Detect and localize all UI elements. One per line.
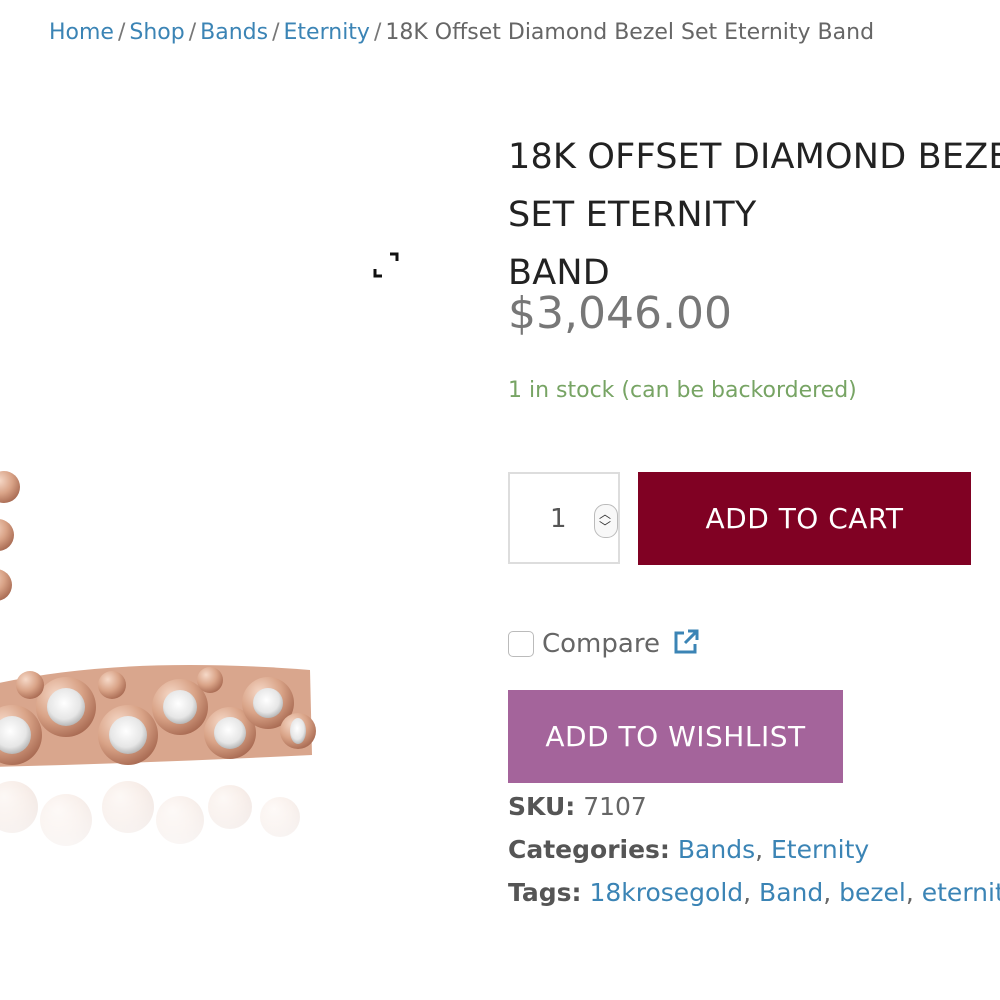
external-link-icon[interactable] bbox=[672, 628, 700, 660]
add-to-wishlist-button[interactable]: ADD TO WISHLIST bbox=[508, 690, 843, 783]
breadcrumb-home-link[interactable]: Home bbox=[49, 20, 114, 45]
chevron-up-icon[interactable]: ︿ bbox=[599, 508, 611, 520]
fullscreen-icon[interactable] bbox=[368, 247, 404, 283]
sku-value: 7107 bbox=[583, 792, 647, 821]
compare-checkbox[interactable] bbox=[508, 631, 534, 657]
quantity-value[interactable]: 1 bbox=[550, 504, 567, 534]
add-to-cart-button[interactable]: ADD TO CART bbox=[638, 472, 971, 565]
product-title-line1: 18K OFFSET DIAMOND BEZEL SET ETERNITY bbox=[508, 137, 1000, 235]
breadcrumb-shop-link[interactable]: Shop bbox=[129, 20, 184, 45]
breadcrumb-separator: / bbox=[272, 20, 280, 45]
category-link-bands[interactable]: Bands bbox=[678, 835, 755, 864]
product-image-gallery[interactable] bbox=[0, 95, 470, 895]
breadcrumb-bands-link[interactable]: Bands bbox=[200, 20, 268, 45]
category-link-eternity[interactable]: Eternity bbox=[771, 835, 869, 864]
tag-link-bezel[interactable]: bezel bbox=[839, 878, 906, 907]
tag-link-eternity[interactable]: eternity bbox=[922, 878, 1000, 907]
product-categories: Categories: Bands, Eternity bbox=[508, 835, 870, 864]
tags-label: Tags: bbox=[508, 878, 582, 907]
tag-link-18krosegold[interactable]: 18krosegold bbox=[589, 878, 743, 907]
product-title-line2: BAND bbox=[508, 253, 610, 293]
breadcrumb-current: 18K Offset Diamond Bezel Set Eternity Ba… bbox=[385, 20, 875, 45]
breadcrumb-eternity-link[interactable]: Eternity bbox=[284, 20, 370, 45]
ring-image bbox=[0, 471, 470, 875]
quantity-spinner[interactable]: ︿ ﹀ bbox=[594, 504, 618, 538]
categories-label: Categories: bbox=[508, 835, 670, 864]
quantity-stepper[interactable]: 1 ︿ ﹀ bbox=[508, 472, 620, 564]
breadcrumb-separator: / bbox=[373, 20, 382, 45]
breadcrumb: Home / Shop / Bands / Eternity/18K Offset Diam… bbox=[49, 20, 874, 45]
stock-status: 1 in stock (can be backordered) bbox=[508, 378, 857, 403]
sku-label: SKU: bbox=[508, 792, 576, 821]
compare-toggle[interactable]: Compare bbox=[508, 624, 700, 664]
compare-label[interactable]: Compare bbox=[542, 629, 660, 659]
tag-link-band[interactable]: Band bbox=[759, 878, 823, 907]
breadcrumb-separator: / bbox=[117, 20, 126, 45]
product-tags: Tags: 18krosegold, Band, bezel, eternity bbox=[508, 878, 1000, 907]
product-title: 18K OFFSET DIAMOND BEZEL SET ETERNITY BAN… bbox=[508, 128, 1000, 302]
breadcrumb-separator: / bbox=[188, 20, 197, 45]
product-price: $3,046.00 bbox=[508, 288, 732, 339]
product-sku: SKU: 7107 bbox=[508, 792, 647, 821]
chevron-down-icon[interactable]: ﹀ bbox=[599, 521, 611, 533]
